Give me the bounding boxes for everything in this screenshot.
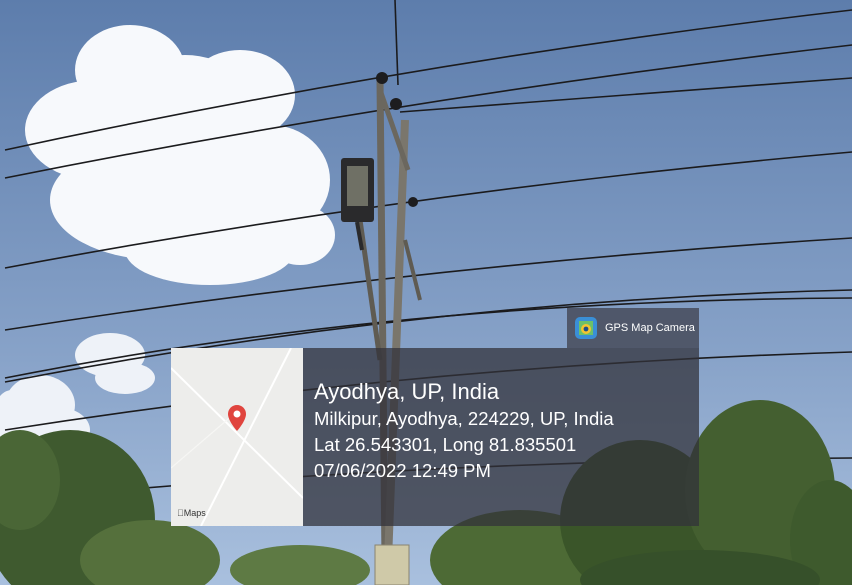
apple-icon:  [177, 508, 184, 518]
location-datetime: 07/06/2022 12:49 PM [314, 460, 491, 481]
app-badge: GPS Map Camera [567, 308, 699, 348]
app-name: GPS Map Camera [605, 322, 695, 334]
gps-map-camera-icon [575, 317, 597, 339]
map-thumbnail[interactable]: Maps [171, 348, 303, 526]
location-address: Milkipur, Ayodhya, 224229, UP, India [314, 408, 614, 429]
map-roads [171, 348, 303, 526]
location-title: Ayodhya, UP, India [314, 379, 500, 404]
location-info: Ayodhya, UP, India Milkipur, Ayodhya, 22… [314, 378, 614, 484]
maps-attribution: Maps [177, 508, 206, 518]
location-coordinates: Lat 26.543301, Long 81.835501 [314, 434, 577, 455]
location-pin-icon [228, 405, 246, 436]
